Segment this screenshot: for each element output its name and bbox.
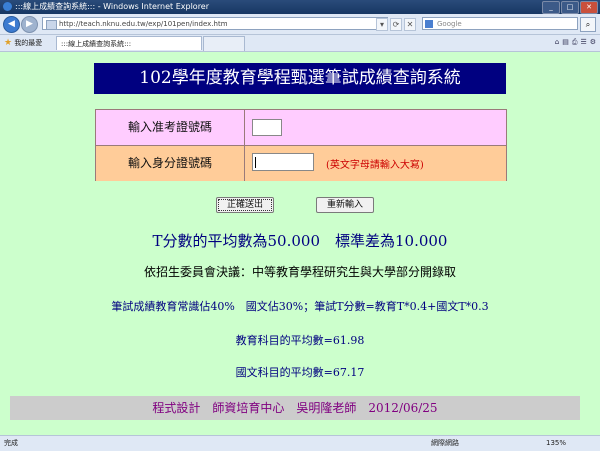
exam-number-row: 輸入准考證號碼 (96, 110, 506, 145)
search-box[interactable]: Google (422, 17, 578, 30)
page-menu-icon[interactable]: ☰ (580, 38, 586, 47)
education-average: 教育科目的平均數=61.98 (235, 334, 365, 347)
search-icon: ⌕ (585, 20, 591, 29)
tab-title: :::線上成績查詢系統::: (61, 40, 132, 48)
tab-toolbar: ★ 我的最愛 :::線上成績查詢系統::: ⌂ ▤ ⎙ ☰ ⚙ (0, 35, 600, 52)
page-icon (46, 20, 57, 30)
page-title: 102學年度教育學程甄選筆試成績查詢系統 (94, 63, 506, 94)
query-form: 輸入准考證號碼 輸入身分證號碼 (英文字母請輸入大寫) (95, 109, 507, 181)
score-weights: 筆試成績教育常識佔40% 國文佔30%；筆試T分數=教育T*0.4+國文T*0.… (111, 300, 489, 313)
submit-button[interactable]: 正確送出 (216, 197, 274, 213)
close-button[interactable]: ✕ (580, 1, 598, 14)
status-text: 完成 (4, 439, 18, 447)
url-text: http://teach.nknu.edu.tw/exp/101pen/inde… (59, 20, 228, 28)
minimize-button[interactable]: _ (542, 1, 560, 14)
home-icon[interactable]: ⌂ (555, 38, 559, 47)
window-titlebar: :::線上成績查詢系統::: - Windows Internet Explor… (0, 0, 600, 14)
feed-icon[interactable]: ▤ (562, 38, 569, 47)
status-bar: 完成 網際網路 135% (0, 435, 600, 451)
window-title: :::線上成績查詢系統::: - Windows Internet Explor… (15, 2, 210, 11)
stop-icon[interactable]: ✕ (404, 18, 416, 31)
ie-logo-icon (3, 2, 12, 11)
exam-number-input[interactable] (252, 119, 282, 136)
star-icon: ★ (4, 38, 13, 48)
dropdown-arrow-icon[interactable]: ▾ (376, 18, 388, 31)
google-icon (425, 20, 433, 28)
back-arrow-icon[interactable]: ◀ (3, 16, 20, 33)
favorites-button[interactable]: ★ 我的最愛 (4, 37, 42, 49)
id-number-input[interactable] (252, 153, 314, 171)
window-controls: _ □ ✕ (542, 1, 598, 14)
id-hint: (英文字母請輸入大寫) (326, 160, 424, 171)
new-tab-button[interactable] (203, 36, 245, 51)
maximize-button[interactable]: □ (561, 1, 579, 14)
search-placeholder: Google (437, 20, 462, 28)
search-button[interactable]: ⌕ (580, 17, 596, 32)
chinese-average: 國文科目的平均數=67.17 (235, 366, 365, 379)
address-toolbar: ◀ ▶ http://teach.nknu.edu.tw/exp/101pen/… (0, 14, 600, 35)
nav-buttons: ◀ ▶ (3, 16, 38, 33)
address-bar-buttons: ▾ ⟳ ✕ (376, 18, 416, 31)
command-bar: ⌂ ▤ ⎙ ☰ ⚙ (555, 38, 596, 47)
security-zone: 網際網路 (431, 439, 459, 447)
tscore-info: T分數的平均數為50.000 標準差為10.000 (152, 232, 448, 250)
reset-button[interactable]: 重新輸入 (316, 197, 374, 213)
print-icon[interactable]: ⎙ (572, 38, 578, 47)
tools-icon[interactable]: ⚙ (590, 38, 596, 47)
text-cursor (255, 157, 256, 168)
forward-arrow-icon[interactable]: ▶ (21, 16, 38, 33)
refresh-icon[interactable]: ⟳ (390, 18, 402, 31)
page-content: 102學年度教育學程甄選筆試成績查詢系統 輸入准考證號碼 輸入身分證號碼 (英文… (0, 52, 600, 435)
id-number-label: 輸入身分證號碼 (96, 146, 245, 181)
admission-decision: 依招生委員會決議：中等教育學程研究生與大學部分開錄取 (143, 265, 456, 279)
zoom-level[interactable]: 135% (546, 436, 566, 451)
address-bar[interactable]: http://teach.nknu.edu.tw/exp/101pen/inde… (42, 17, 388, 30)
favorites-label: 我的最愛 (14, 39, 43, 47)
exam-number-label: 輸入准考證號碼 (96, 110, 245, 145)
id-number-row: 輸入身分證號碼 (英文字母請輸入大寫) (96, 145, 506, 181)
page-footer: 程式設計 師資培育中心 吳明隆老師 2012/06/25 (10, 396, 580, 420)
browser-tab[interactable]: :::線上成績查詢系統::: (56, 36, 202, 50)
